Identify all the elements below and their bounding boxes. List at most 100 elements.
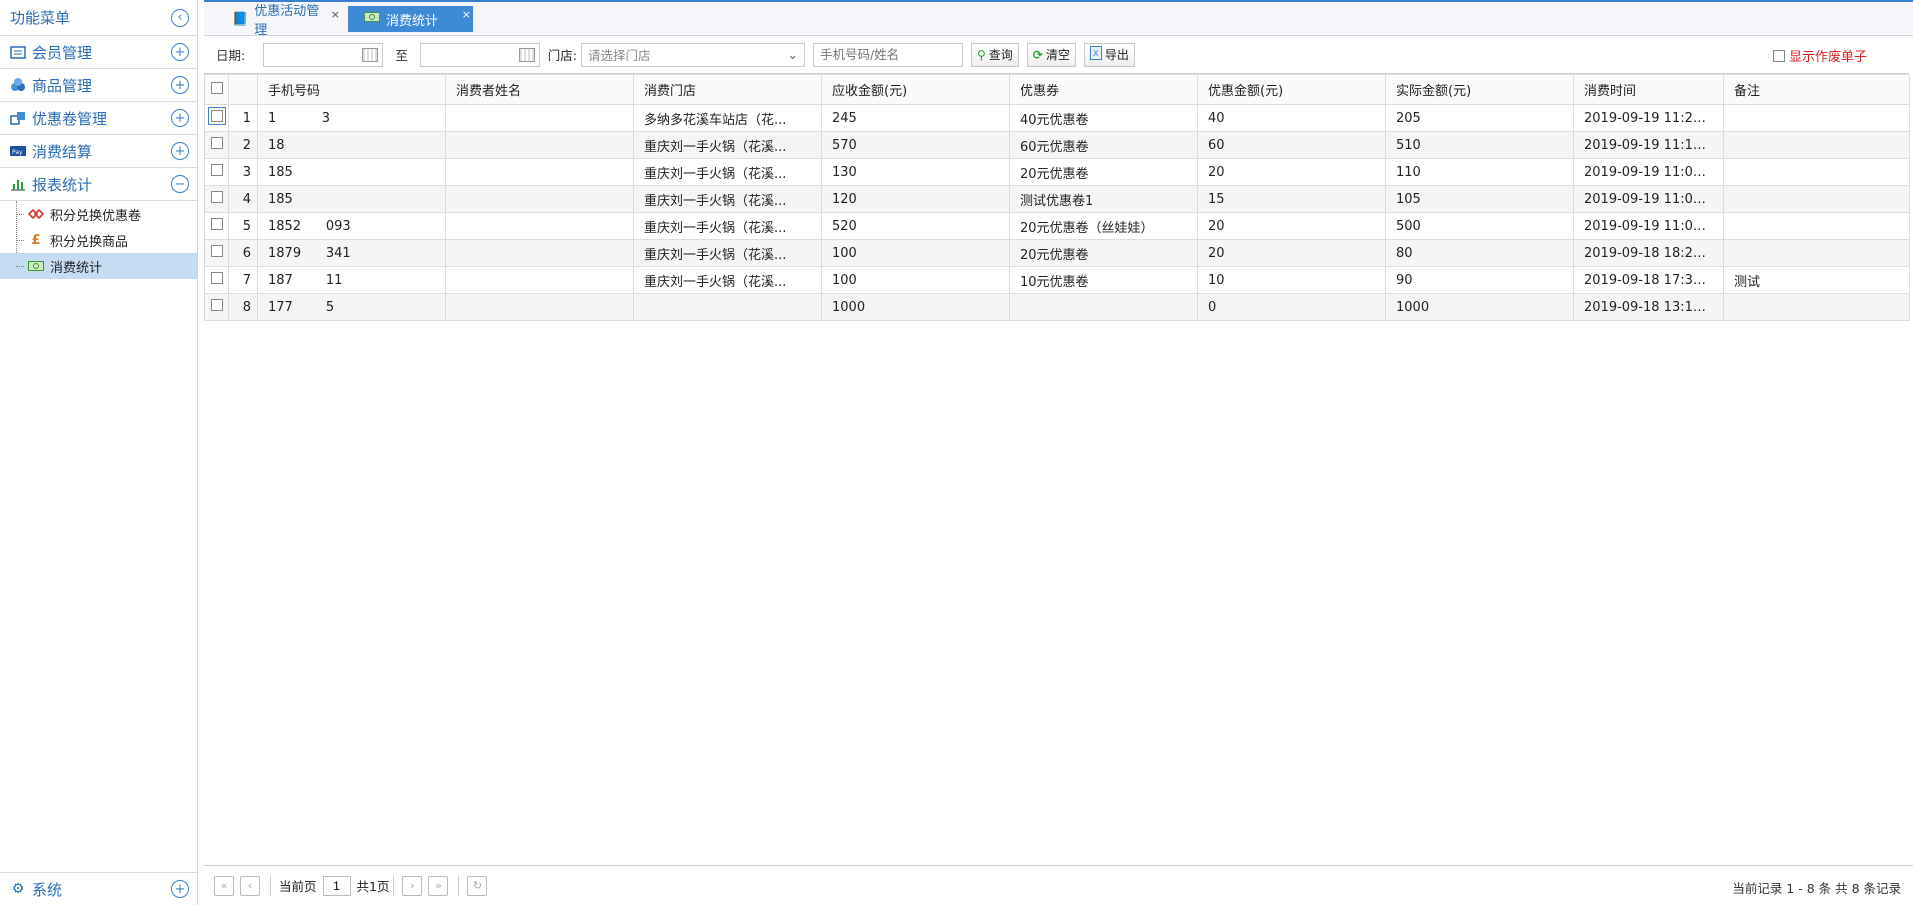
sidebar-item-coupon[interactable]: 优惠卷管理 +: [0, 102, 197, 135]
column-header[interactable]: 消费门店: [633, 74, 822, 105]
row-number: 4: [228, 185, 258, 213]
column-header[interactable]: 手机号码: [257, 74, 446, 105]
page-number-input[interactable]: [322, 875, 351, 896]
select-all-checkbox-cell[interactable]: [204, 74, 229, 105]
name-cell: [445, 239, 634, 267]
row-checkbox[interactable]: [207, 107, 226, 125]
row-checkbox[interactable]: [210, 299, 223, 311]
name-cell: [445, 185, 634, 213]
due-amount-cell: 100: [821, 266, 1010, 294]
coupon-cell: 测试优惠卷1: [1009, 185, 1198, 213]
column-header[interactable]: 备注: [1723, 74, 1910, 105]
store-cell: 重庆刘一手火锅（花溪...: [633, 185, 822, 213]
svg-text:Pay: Pay: [12, 149, 23, 156]
sidebar-item-label: 报表统计: [32, 175, 93, 194]
actual-amount-cell: 110: [1385, 158, 1574, 186]
column-header[interactable]: 优惠金额(元): [1197, 74, 1386, 105]
row-checkbox-cell[interactable]: [204, 266, 229, 294]
next-page-button[interactable]: ›: [402, 875, 423, 896]
due-amount-cell: 130: [821, 158, 1010, 186]
row-checkbox[interactable]: [210, 137, 223, 149]
column-header[interactable]: 应收金额(元): [821, 74, 1010, 105]
sidebar: 功能菜单 ‹ 会员管理 + 商品管理 + 优惠卷管理 + Pay 消费结算 + …: [0, 0, 198, 905]
store-cell: 重庆刘一手火锅（花溪...: [633, 212, 822, 240]
sidebar-subitem-points-coupon[interactable]: 积分兑换优惠卷: [0, 201, 197, 279]
discount-amount-cell: 20: [1197, 212, 1386, 240]
row-checkbox-cell[interactable]: [204, 158, 229, 186]
sidebar-item-settlement[interactable]: Pay 消费结算 +: [0, 135, 197, 168]
expand-icon[interactable]: +: [171, 880, 189, 898]
last-page-button[interactable]: »: [428, 875, 449, 896]
chevron-down-icon: ⌄: [787, 47, 798, 62]
actual-amount-cell: 1000: [1385, 293, 1574, 321]
name-cell: [445, 293, 634, 321]
expand-icon[interactable]: +: [171, 142, 189, 160]
table-row[interactable]: 5 1852 093 重庆刘一手火锅（花溪... 520 20元优惠卷（丝娃娃） 20 5…: [204, 212, 1910, 240]
phone-cell: 1879 341: [257, 239, 446, 267]
table-row[interactable]: 3 185 重庆刘一手火锅（花溪... 130 20元优惠卷 20 110 2019-09-…: [204, 158, 1910, 186]
sidebar-item-member[interactable]: 会员管理 +: [0, 36, 197, 69]
column-header[interactable]: 消费者姓名: [445, 74, 634, 105]
table-row[interactable]: 4 185 重庆刘一手火锅（花溪... 120 测试优惠卷1 15 105 2019-09-…: [204, 185, 1910, 213]
time-cell: 2019-09-18 17:39...: [1573, 266, 1724, 294]
first-page-button[interactable]: «: [214, 875, 234, 896]
row-checkbox-cell[interactable]: [204, 185, 229, 213]
discount-amount-cell: 40: [1197, 104, 1386, 132]
expand-icon[interactable]: +: [171, 76, 189, 94]
row-checkbox[interactable]: [210, 191, 223, 203]
table-header-row: 手机号码 消费者姓名 消费门店 应收金额(元) 优惠券 优惠金额(元) 实际金额…: [204, 74, 1910, 105]
button-label: 查询: [988, 48, 1013, 62]
column-header[interactable]: 消费时间: [1573, 74, 1724, 105]
end-date-input[interactable]: [419, 42, 540, 67]
close-icon[interactable]: ×: [331, 8, 340, 21]
sidebar-item-reports[interactable]: 报表统计 −: [0, 168, 197, 201]
tab-label: 优惠活动管理: [254, 4, 320, 38]
row-checkbox-cell[interactable]: [204, 239, 229, 267]
show-void-toggle[interactable]: 显示作废单子: [1772, 46, 1867, 65]
collapse-icon[interactable]: −: [171, 175, 189, 193]
table-row[interactable]: 7 187 11 重庆刘一手火锅（花溪... 100 10元优惠卷 10 90 2019-0…: [204, 266, 1910, 294]
column-header[interactable]: 优惠券: [1009, 74, 1198, 105]
table-row[interactable]: 6 1879 341 重庆刘一手火锅（花溪... 100 20元优惠卷 20 80 2019…: [204, 239, 1910, 267]
calendar-icon[interactable]: [518, 47, 535, 62]
sidebar-item-label: 优惠卷管理: [32, 109, 108, 128]
sidebar-item-system[interactable]: ⚙ 系统 +: [0, 872, 197, 905]
calendar-icon[interactable]: [362, 47, 379, 62]
row-checkbox-cell[interactable]: [204, 212, 229, 240]
table-row[interactable]: 11 3 多纳多花溪车站店（花... 245 40元优惠卷 40 205 2019-09-…: [204, 104, 1910, 132]
prev-page-button[interactable]: ‹: [240, 875, 260, 896]
row-checkbox[interactable]: [210, 218, 223, 230]
row-checkbox-cell[interactable]: [204, 131, 229, 159]
row-checkbox-cell[interactable]: [204, 293, 229, 321]
sidebar-item-label: 消费结算: [32, 142, 93, 161]
expand-icon[interactable]: +: [171, 43, 189, 61]
row-checkbox[interactable]: [210, 245, 223, 257]
table-row[interactable]: 8 177 5 1000 0 1000 2019-09-18 13:12...: [204, 293, 1910, 321]
row-checkbox-cell[interactable]: [204, 104, 229, 132]
tab-promotion-management[interactable]: 📘 优惠活动管理 ×: [216, 4, 342, 38]
gear-icon: ⚙: [11, 881, 25, 897]
sidebar-item-product[interactable]: 商品管理 +: [0, 69, 197, 102]
start-date-input[interactable]: [263, 42, 384, 67]
row-checkbox[interactable]: [210, 272, 223, 284]
search-input[interactable]: [812, 42, 963, 67]
select-all-checkbox[interactable]: [210, 81, 223, 94]
row-checkbox[interactable]: [210, 164, 223, 176]
tab-consumption-stats[interactable]: 消费统计 ×: [348, 6, 473, 32]
refresh-page-button[interactable]: ↻: [467, 875, 488, 896]
table-row[interactable]: 2 18 重庆刘一手火锅（花溪... 570 60元优惠卷 60 510 2019-09-1…: [204, 131, 1910, 159]
discount-amount-cell: 20: [1197, 239, 1386, 267]
sidebar-subitem-points-product[interactable]: £ 积分兑换商品: [0, 227, 197, 253]
expand-icon[interactable]: +: [171, 109, 189, 127]
export-button[interactable]: X 导出: [1083, 42, 1135, 67]
close-icon[interactable]: ×: [462, 8, 471, 21]
show-void-checkbox[interactable]: [1772, 49, 1785, 62]
collapse-sidebar-button[interactable]: ‹: [171, 8, 189, 27]
store-select[interactable]: 请选择门店 ⌄: [580, 42, 805, 67]
column-header[interactable]: 实际金额(元): [1385, 74, 1574, 105]
sidebar-subitem-consumption-stats[interactable]: 消费统计: [0, 253, 197, 279]
clear-button[interactable]: ⟳ 清空: [1026, 42, 1076, 67]
excel-icon: X: [1089, 46, 1102, 63]
query-button[interactable]: ⚲ 查询: [970, 42, 1019, 67]
name-cell: [445, 212, 634, 240]
